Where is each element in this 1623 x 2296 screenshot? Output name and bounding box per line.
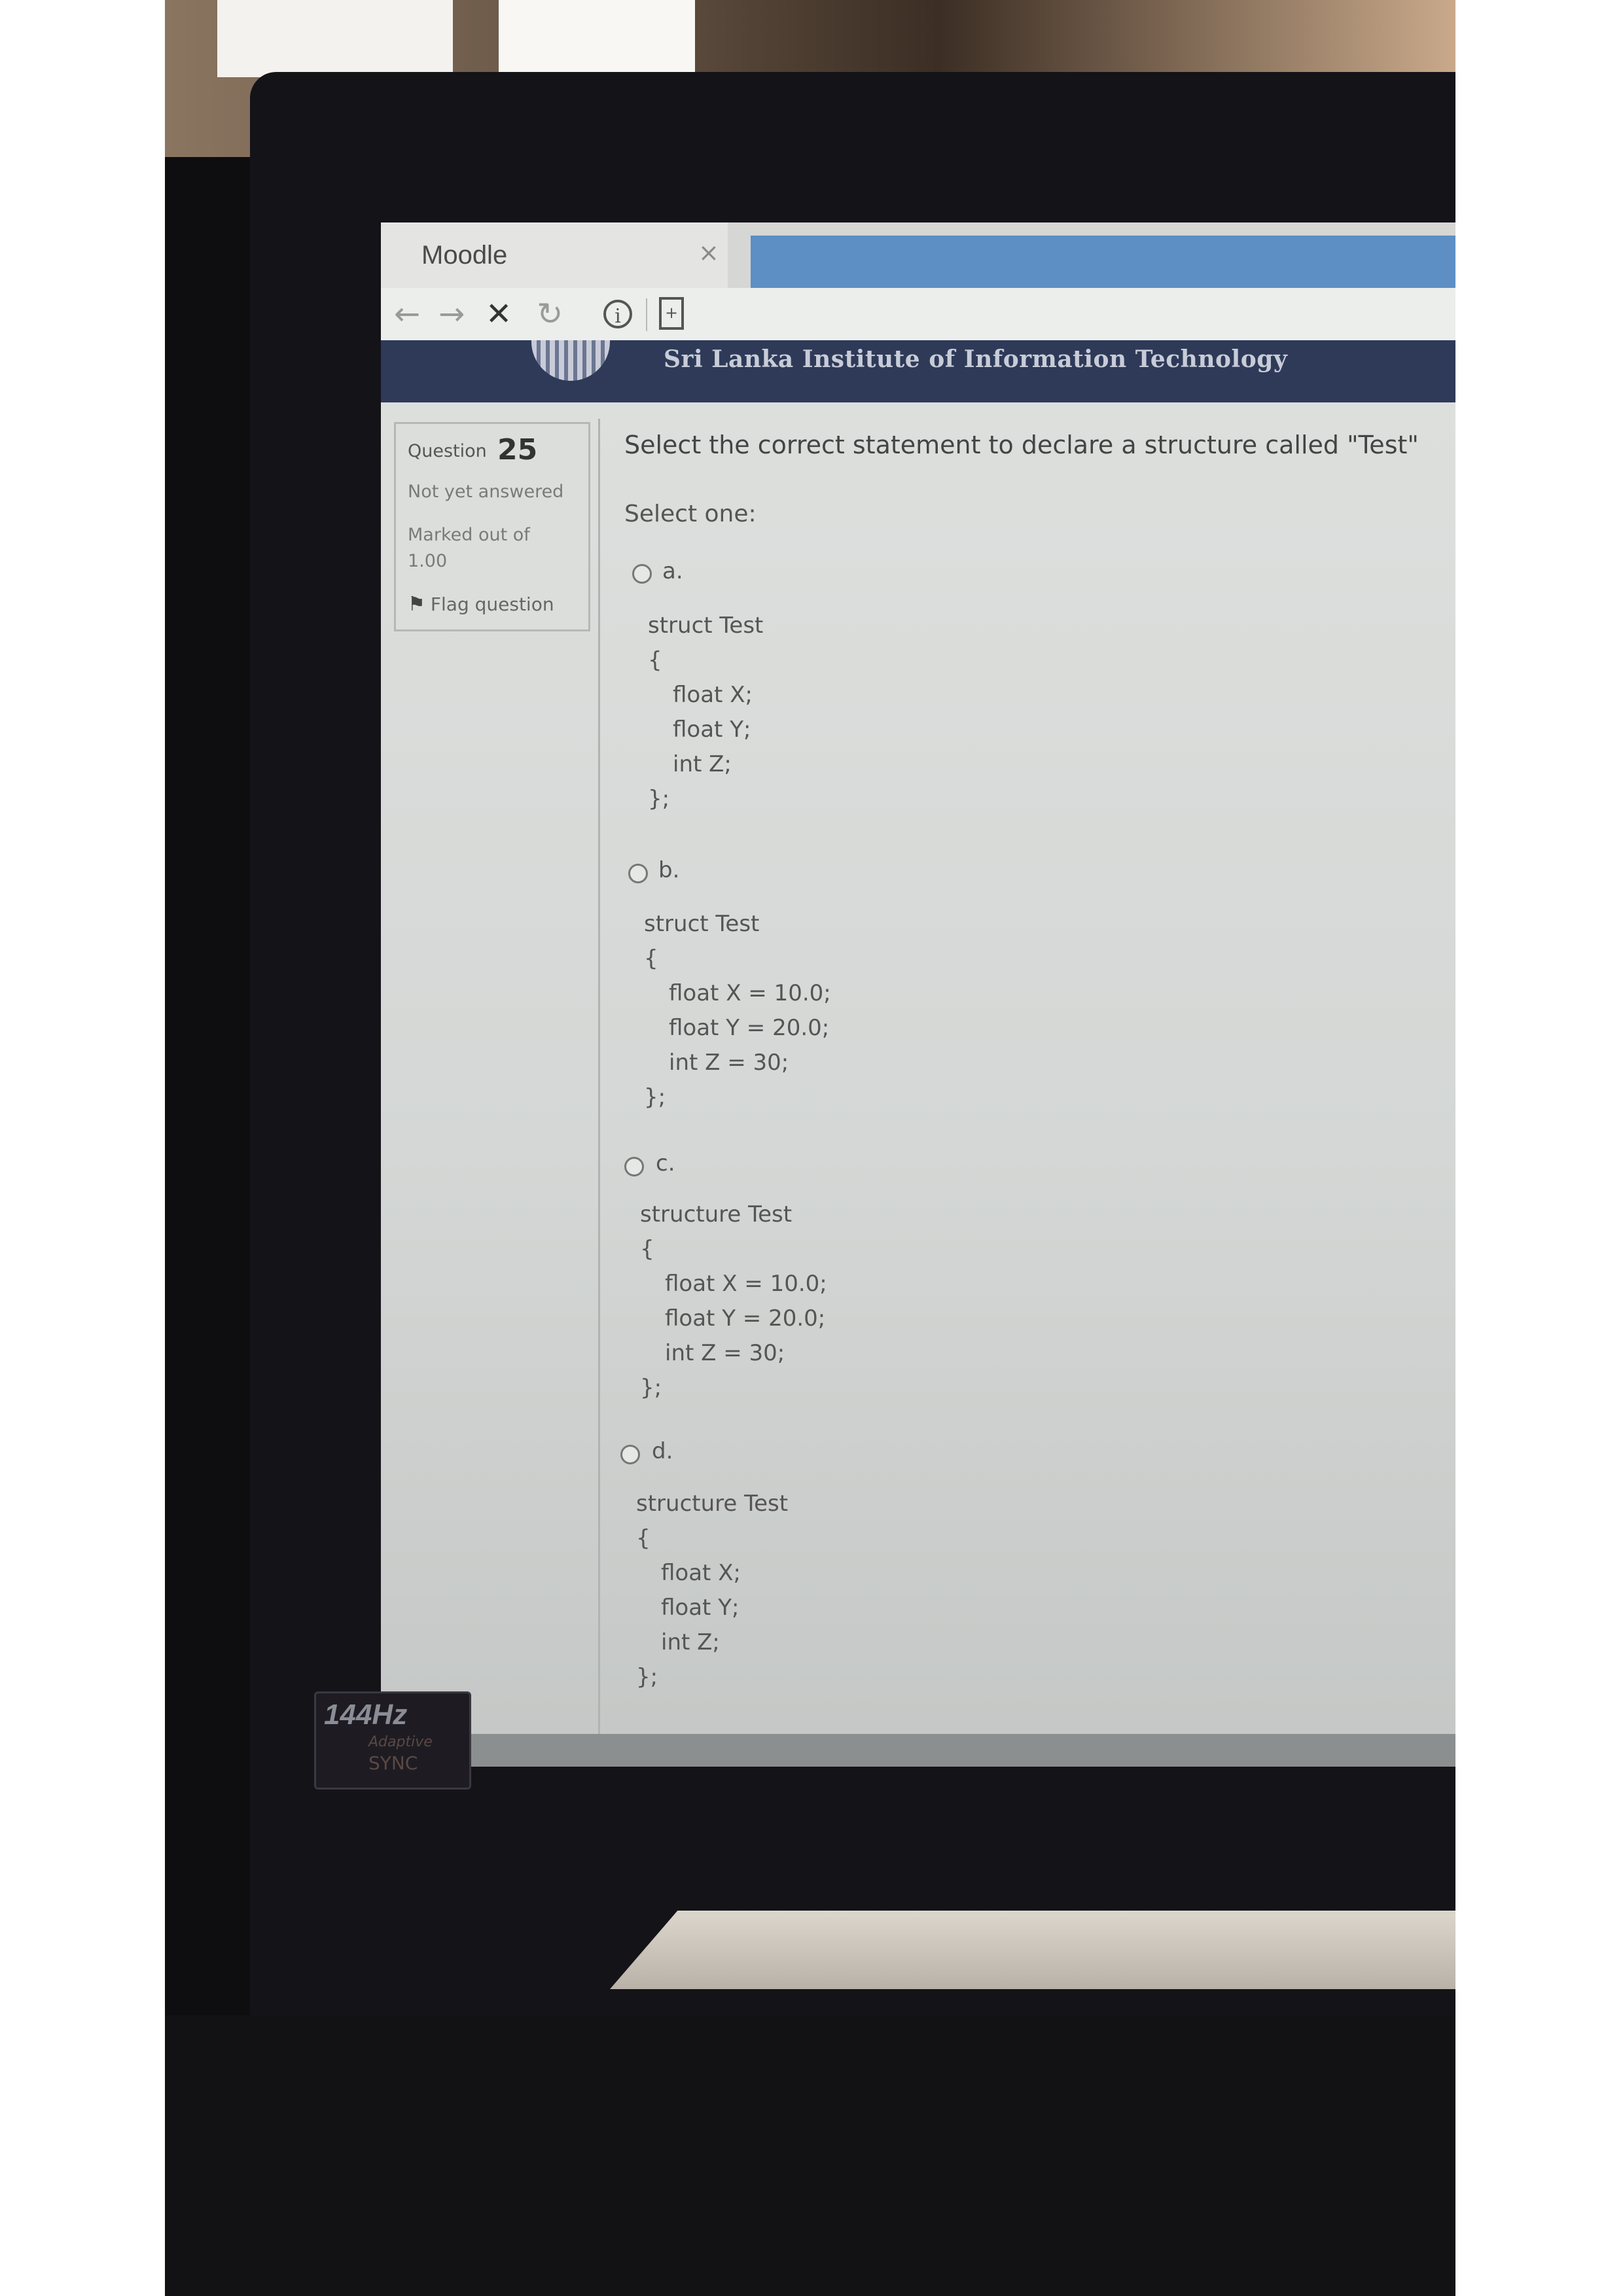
nav-divider [646,298,647,331]
window-light [217,0,453,77]
sticker-sync: SYNC [368,1752,418,1774]
photo-background: Moodle × ← → ✕ ↻ i + Sri Lanka Institute… [165,0,1455,2296]
refresh-rate-sticker: 144Hz Adaptive SYNC [314,1691,471,1790]
site-header: Sri Lanka Institute of Information Techn… [381,340,1455,402]
sidebar-divider [598,419,600,1767]
code-line: float Y; [661,1595,740,1621]
option-c-code: structure Test { float X = 10.0; float Y… [640,1197,827,1405]
code-line: { [644,945,658,972]
code-line: }; [636,1664,658,1690]
window-light [499,0,695,77]
screen-bottom-bar [381,1734,1455,1767]
code-line: { [640,1236,654,1262]
university-logo [531,340,610,381]
option-b-code: struct Test { float X = 10.0; float Y = … [644,907,831,1115]
option-d-radio[interactable] [620,1445,640,1464]
option-d-code: structure Test { float X; float Y; int Z… [636,1487,788,1695]
tab-bar-background [751,236,1455,288]
site-info-icon[interactable]: i [603,300,632,328]
code-line: struct Test [644,911,760,937]
code-line: float X; [673,682,753,708]
option-c-letter[interactable]: c. [656,1150,675,1176]
code-line: float X = 10.0; [665,1271,827,1297]
stop-icon[interactable]: ✕ [486,296,512,332]
code-line: int Z; [673,751,732,777]
code-line: structure Test [640,1201,793,1227]
code-line: int Z; [661,1629,720,1655]
code-line: structure Test [636,1491,789,1517]
option-a-radio[interactable] [632,564,652,584]
question-text: Select the correct statement to declare … [624,431,1419,459]
option-c-radio[interactable] [624,1157,644,1176]
code-line: struct Test [648,612,764,639]
reload-icon[interactable]: ↻ [537,296,563,332]
code-line: }; [640,1375,662,1401]
code-line: }; [644,1084,666,1110]
code-line: }; [648,786,670,812]
forward-arrow-icon[interactable]: → [438,296,465,332]
option-b-radio[interactable] [628,864,648,883]
question-label: Question [408,441,487,461]
flag-label: Flag question [430,593,554,615]
code-line: float Y; [673,716,751,743]
select-one-prompt: Select one: [624,501,757,527]
browser-tab-bar: Moodle × [381,222,1455,288]
question-info-box: Question 25 Not yet answered Marked out … [394,422,590,631]
marks-label: Marked out of [408,525,530,545]
option-d-letter[interactable]: d. [652,1438,673,1464]
back-arrow-icon[interactable]: ← [394,296,420,332]
option-b-letter[interactable]: b. [658,857,679,883]
option-a-letter[interactable]: a. [662,558,683,584]
code-line: float Y = 20.0; [665,1305,826,1332]
code-line: int Z = 30; [665,1340,785,1366]
keyboard-reflection [610,1911,1455,1989]
site-title[interactable]: Sri Lanka Institute of Information Techn… [664,345,1287,373]
code-line: float Y = 20.0; [669,1015,830,1041]
flag-icon: ⚑ [408,593,425,616]
laptop-base [165,2015,1455,2296]
flag-question-link[interactable]: ⚑ Flag question [408,593,554,616]
question-marks: Marked out of 1.00 [408,522,530,574]
code-line: { [636,1525,651,1551]
option-a-code: struct Test { float X; float Y; int Z; }… [648,609,763,817]
tab-close-icon[interactable]: × [698,238,719,267]
sticker-adaptive: Adaptive [368,1734,433,1750]
browser-tab[interactable]: Moodle × [381,222,728,288]
browser-nav-bar: ← → ✕ ↻ i + [381,288,1455,340]
page-icon[interactable]: + [659,297,684,330]
code-line: float X = 10.0; [669,980,831,1006]
question-number: 25 [497,433,538,467]
marks-value: 1.00 [408,551,448,571]
code-line: { [648,647,662,673]
question-state: Not yet answered [408,482,564,502]
sticker-refresh-rate: 144Hz [324,1699,408,1731]
code-line: float X; [661,1560,741,1586]
code-line: int Z = 30; [669,1050,789,1076]
tab-title: Moodle [421,241,508,270]
laptop-screen: Moodle × ← → ✕ ↻ i + Sri Lanka Institute… [381,222,1455,1767]
